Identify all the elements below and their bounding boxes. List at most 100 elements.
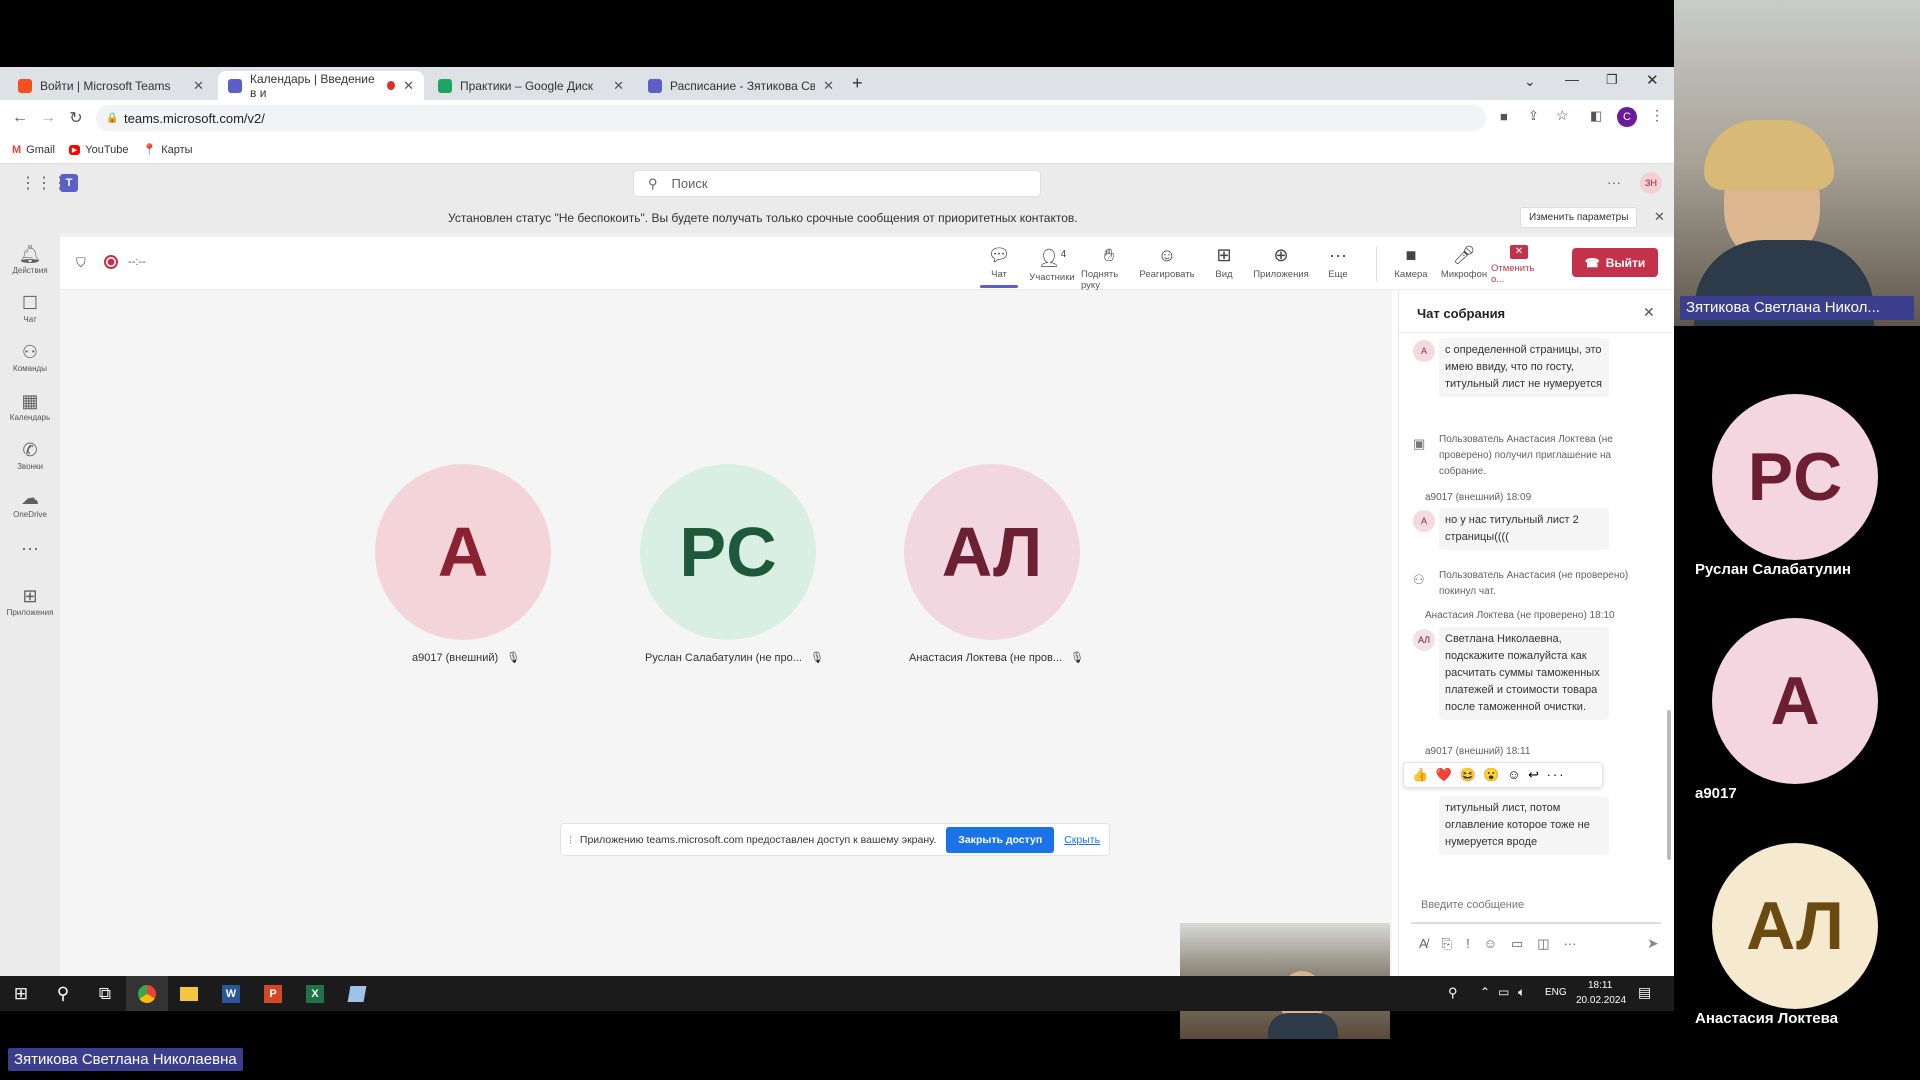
rail-item-onedrive[interactable]: ☁ OneDrive bbox=[0, 489, 60, 519]
search-icon[interactable]: ⚲ bbox=[42, 976, 84, 1011]
file-explorer-icon[interactable] bbox=[168, 976, 210, 1011]
search-input[interactable]: ⚲ Поиск bbox=[633, 170, 1041, 197]
tab-teams-login[interactable]: Войти | Microsoft Teams ✕ bbox=[8, 71, 214, 100]
rail-item-calls[interactable]: ✆ Звонки bbox=[0, 441, 60, 471]
microphone-button[interactable]: 🎤︎ Микрофон bbox=[1436, 245, 1492, 280]
message-meta: Анастасия Локтева (не проверено) 18:10 bbox=[1425, 610, 1615, 621]
grid-icon: ⊞ bbox=[1216, 245, 1232, 265]
gif-icon[interactable]: ▭ bbox=[1511, 936, 1523, 952]
participant-avatar: АЛ bbox=[904, 464, 1080, 640]
tab-calendar[interactable]: Календарь | Введение в и ✕ bbox=[218, 71, 424, 100]
tab-schedule[interactable]: Расписание - Зятикова Светла ✕ bbox=[638, 71, 844, 100]
clock-date[interactable]: 20.02.2024 bbox=[1576, 995, 1626, 1006]
profile-avatar[interactable]: C bbox=[1617, 107, 1637, 127]
more-button[interactable]: ··· Еще bbox=[1310, 245, 1366, 280]
excel-icon[interactable]: X bbox=[294, 976, 336, 1011]
notes-app-icon[interactable] bbox=[336, 976, 378, 1011]
apps-button[interactable]: ⊕ Приложения bbox=[1253, 245, 1309, 280]
stop-sharing-access-button[interactable]: Закрыть доступ bbox=[946, 826, 1055, 853]
bookmark-maps[interactable]: 📍 Карты bbox=[143, 143, 193, 157]
notice-text: Установлен статус "Не беспокоить". Вы бу… bbox=[448, 211, 1078, 225]
user-avatar[interactable]: ЗН bbox=[1640, 172, 1662, 194]
attach-icon[interactable]: ⎘ bbox=[1442, 936, 1452, 952]
url-field[interactable]: 🔒 teams.microsoft.com/v2/ bbox=[96, 105, 1486, 131]
google-drive-icon bbox=[438, 78, 452, 93]
participants-button[interactable]: 👤︎4 Участники bbox=[1024, 245, 1080, 283]
sidepanel-icon[interactable]: ◧ bbox=[1590, 108, 1602, 124]
chat-button[interactable]: 💬︎ Чат bbox=[971, 245, 1027, 288]
close-tab-icon[interactable]: ✕ bbox=[613, 78, 624, 94]
language-indicator[interactable]: ENG bbox=[1545, 987, 1567, 998]
chrome-icon[interactable] bbox=[126, 976, 168, 1011]
rail-item-more[interactable]: ··· bbox=[0, 539, 60, 557]
forward-icon[interactable]: → bbox=[34, 109, 62, 127]
tab-search-icon[interactable]: ⌄ bbox=[1524, 73, 1536, 90]
minimize-button[interactable]: — bbox=[1565, 71, 1579, 87]
close-tab-icon[interactable]: ✕ bbox=[403, 78, 414, 94]
word-icon[interactable]: W bbox=[210, 976, 252, 1011]
hand-icon: ✋︎ bbox=[1103, 245, 1115, 265]
send-icon[interactable]: ➤ bbox=[1647, 935, 1659, 952]
people-icon: 👤︎4 bbox=[1037, 248, 1067, 268]
close-chat-icon[interactable]: ✕ bbox=[1643, 304, 1655, 321]
leave-button[interactable]: ☎ Выйти bbox=[1572, 248, 1658, 277]
more-options-icon[interactable]: ··· bbox=[1607, 174, 1621, 190]
rail-item-teams[interactable]: ⚇ Команды bbox=[0, 343, 60, 373]
windows-start-icon[interactable]: ⊞ bbox=[0, 976, 42, 1011]
camera-indicator-icon[interactable]: ■ bbox=[1500, 109, 1508, 124]
person-icon[interactable]: ⚲ bbox=[1448, 985, 1458, 1001]
format-icon[interactable]: A̸ bbox=[1419, 936, 1428, 952]
chevron-up-icon[interactable]: ⌃ bbox=[1480, 985, 1490, 999]
meeting-timer: --:-- bbox=[128, 256, 146, 268]
drag-handle-icon[interactable]: ⁞ bbox=[569, 834, 572, 846]
close-notice-icon[interactable]: ✕ bbox=[1654, 209, 1665, 225]
priority-icon[interactable]: ! bbox=[1466, 936, 1470, 952]
camera-button[interactable]: ■ Камера bbox=[1383, 245, 1439, 280]
chat-scrollbar[interactable] bbox=[1667, 710, 1671, 860]
view-button[interactable]: ⊞ Вид bbox=[1196, 245, 1252, 280]
change-settings-button[interactable]: Изменить параметры bbox=[1520, 207, 1638, 228]
reaction-picker[interactable]: 👍 ❤️ 😆 😮 ☺ ↩ ··· bbox=[1403, 762, 1603, 788]
rail-item-calendar[interactable]: ▦ Календарь bbox=[0, 392, 60, 422]
stop-sharing-button[interactable]: ✕ Отменить о... bbox=[1491, 245, 1547, 285]
close-tab-icon[interactable]: ✕ bbox=[193, 78, 204, 94]
task-view-icon[interactable]: ⧉ bbox=[84, 976, 126, 1011]
rail-item-chat[interactable]: ☐ Чат bbox=[0, 294, 60, 324]
tab-google-drive[interactable]: Практики – Google Диск ✕ bbox=[428, 71, 634, 100]
bookmark-youtube[interactable]: ▶ YouTube bbox=[68, 144, 129, 156]
clock-time[interactable]: 18:11 bbox=[1588, 980, 1612, 991]
network-icon[interactable]: ▭ bbox=[1498, 985, 1509, 999]
emoji-icon[interactable]: ☺ bbox=[1484, 936, 1497, 952]
more-icon[interactable]: ··· bbox=[1564, 936, 1577, 952]
rail-item-apps[interactable]: ⊞ Приложения bbox=[0, 587, 60, 617]
speaker-name-label: Зятикова Светлана Николаевна bbox=[8, 1048, 243, 1071]
gmail-icon: M bbox=[12, 143, 22, 156]
react-button[interactable]: ☺ Реагировать bbox=[1139, 245, 1195, 280]
powerpoint-icon[interactable]: P bbox=[252, 976, 294, 1011]
participant-name: Анастасия Локтева bbox=[1695, 1010, 1838, 1027]
reload-icon[interactable]: ↻ bbox=[62, 108, 90, 128]
browser-menu-icon[interactable]: ⋮ bbox=[1650, 107, 1664, 124]
notifications-icon[interactable]: ▤ bbox=[1638, 984, 1651, 1001]
participant-name: a9017 bbox=[1695, 785, 1737, 802]
share-icon[interactable]: ⇪ bbox=[1528, 108, 1539, 124]
person-body bbox=[1268, 1013, 1338, 1039]
compose-toolbar: A̸ ⎘ ! ☺ ▭ ◫ ··· bbox=[1419, 936, 1577, 952]
participant-avatar: PC bbox=[640, 464, 816, 640]
back-icon[interactable]: ← bbox=[6, 109, 34, 127]
restore-button[interactable]: ❐ bbox=[1606, 72, 1618, 88]
bookmark-star-icon[interactable]: ☆ bbox=[1556, 107, 1569, 124]
volume-icon[interactable]: 🔈︎ bbox=[1518, 985, 1525, 1000]
message-input[interactable]: Введите сообщение bbox=[1411, 888, 1661, 924]
close-window-button[interactable]: ✕ bbox=[1646, 71, 1659, 89]
screen-share-notice: ⁞ Приложению teams.microsoft.com предост… bbox=[560, 823, 1110, 856]
close-tab-icon[interactable]: ✕ bbox=[823, 78, 834, 94]
participant-avatar: PC bbox=[1712, 394, 1878, 560]
raise-hand-button[interactable]: ✋︎ Поднять руку bbox=[1081, 245, 1137, 291]
hide-link[interactable]: Скрыть bbox=[1064, 834, 1100, 846]
rail-item-activity[interactable]: 🔔︎ Действия bbox=[0, 245, 60, 275]
system-message: Пользователь Анастасия Локтева (не прове… bbox=[1439, 434, 1613, 477]
new-tab-button[interactable]: + bbox=[852, 73, 863, 94]
bookmark-gmail[interactable]: M Gmail bbox=[12, 144, 55, 156]
sticker-icon[interactable]: ◫ bbox=[1537, 936, 1549, 952]
